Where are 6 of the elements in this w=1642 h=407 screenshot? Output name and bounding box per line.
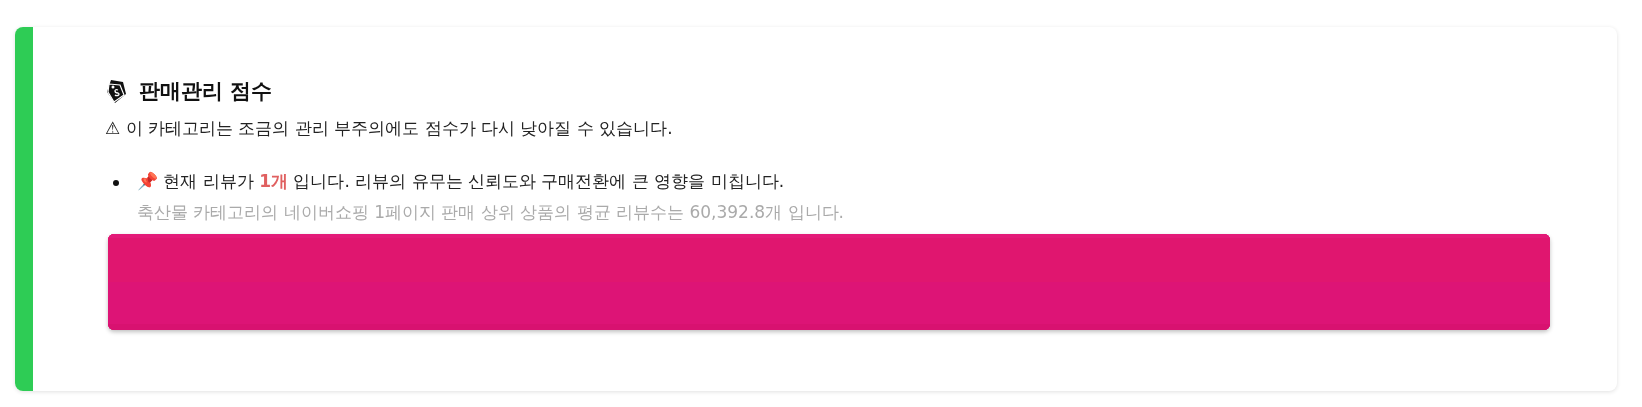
- review-message: 📌 현재 리뷰가 1개 입니다. 리뷰의 유무는 신뢰도와 구매전환에 큰 영향을 미칩니다.: [137, 170, 786, 193]
- bullet-icon: [113, 180, 119, 186]
- review-note: 축산물 카테고리의 네이버쇼핑 1페이지 판매 상위 상품의 평균 리뷰수는 60,392.8개 입니다.: [137, 201, 844, 224]
- section-title: 판매관리 점수: [139, 78, 273, 105]
- warning-text: ⚠ 이 카테고리는 조금의 관리 부주의에도 점수가 다시 낮아질 수 있습니다.: [105, 117, 674, 140]
- price-tag-icon: [105, 78, 127, 104]
